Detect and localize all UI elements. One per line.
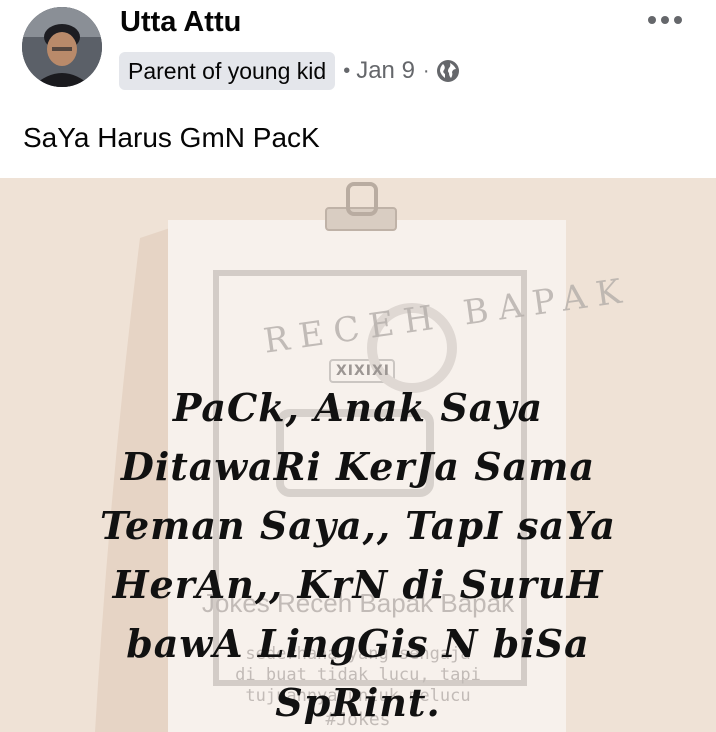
meta-separator: • [343, 59, 351, 82]
post-image[interactable]: RECEH BAPAK XIXIXI Jokes Receh Bapak Bap… [0, 178, 716, 732]
post-text: SaYa Harus GmN PacK [23, 122, 320, 153]
meme-line: bawA LingGis N biSa [126, 621, 590, 666]
facebook-post: Utta Attu Parent of young kid • Jan 9 · … [0, 0, 716, 732]
meme-line: SpRint. [275, 680, 441, 725]
meme-line: DitawaRi KerJa Sama [120, 444, 596, 489]
avatar-image [22, 7, 102, 87]
meta-separator-2: · [422, 59, 430, 82]
globe-icon [436, 60, 459, 82]
author-name[interactable]: Utta Attu [120, 6, 241, 39]
post-date[interactable]: Jan 9 [356, 57, 415, 85]
author-avatar[interactable] [22, 7, 102, 87]
post-meta: Parent of young kid • Jan 9 · [119, 52, 460, 90]
meme-caption: PaCk, Anak Saya DitawaRi KerJa Sama Tema… [0, 378, 716, 732]
meme-line: PaCk, Anak Saya [172, 385, 544, 430]
meme-line: Teman Saya,, TapI saYa [100, 503, 616, 548]
author-badge[interactable]: Parent of young kid [119, 52, 336, 90]
meme-line: HerAn,, KrN di SuruH [112, 562, 604, 607]
more-options-icon[interactable] [648, 14, 682, 26]
watermark-badge-text: XIXIXI [336, 363, 391, 379]
